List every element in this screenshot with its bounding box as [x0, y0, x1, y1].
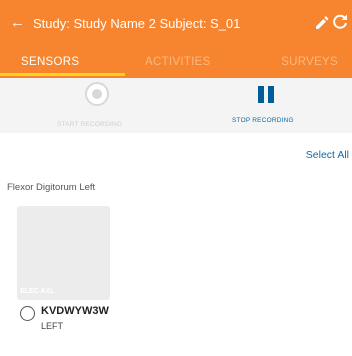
record-icon [92, 89, 102, 99]
select-all-link[interactable]: Select All [306, 149, 349, 161]
tab-surveys[interactable]: SURVEYS [235, 50, 352, 78]
stop-recording-button[interactable]: STOP RECORDING [232, 117, 294, 124]
refresh-icon[interactable] [331, 12, 349, 32]
sensor-card[interactable]: ELEC AXL [17, 206, 110, 300]
pause-icon[interactable] [258, 86, 274, 103]
muscle-label: Flexor Digitorum Left [7, 182, 96, 193]
tab-activities[interactable]: ACTIVITIES [125, 50, 235, 78]
app-title: Study: Study Name 2 Subject: S_01 [33, 16, 241, 31]
sensor-side: LEFT [41, 321, 64, 331]
sensor-type-label: ELEC AXL [20, 288, 55, 295]
pencil-icon[interactable] [313, 13, 329, 31]
recording-controls [0, 78, 352, 133]
back-arrow-icon[interactable]: ← [10, 13, 25, 33]
tab-indicator [0, 73, 125, 76]
app-bar: ← Study: Study Name 2 Subject: S_01 [0, 0, 352, 50]
start-recording-button[interactable] [85, 82, 109, 106]
sensor-radio[interactable] [20, 306, 35, 321]
sensor-name: KVDWYW3W [41, 305, 109, 317]
start-recording-label: START RECORDING [57, 121, 123, 128]
